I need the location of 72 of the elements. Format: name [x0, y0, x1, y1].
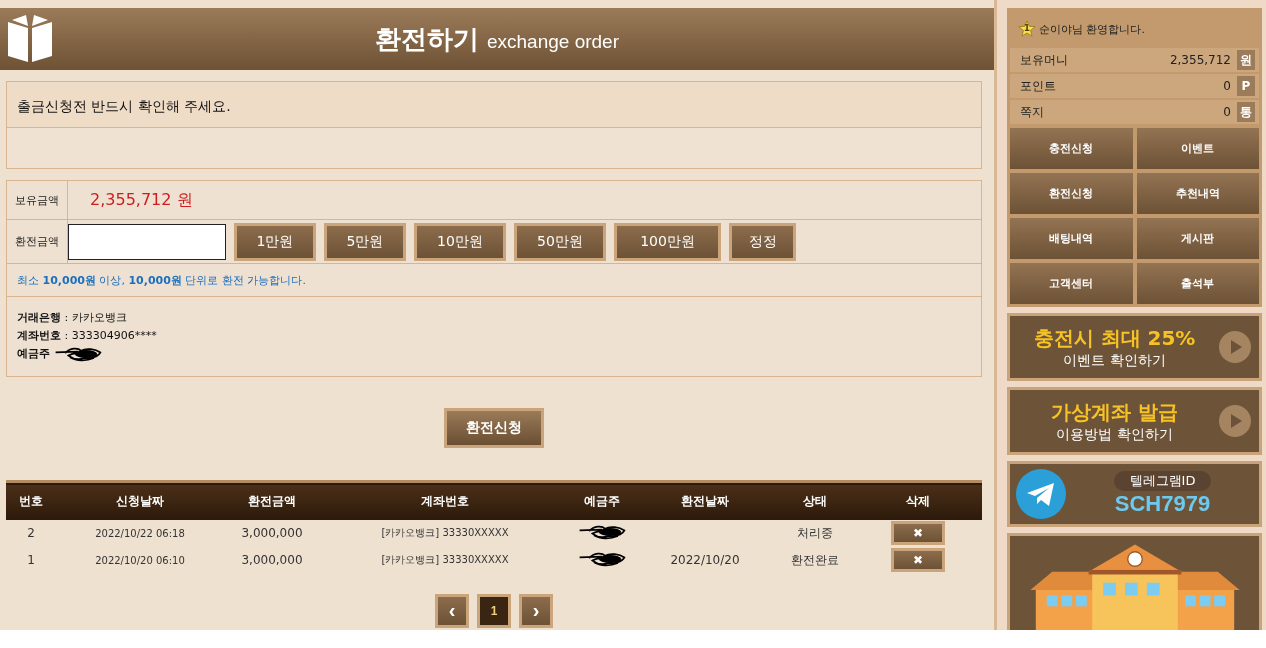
- stat-value: 0: [1223, 105, 1231, 119]
- amount-button[interactable]: 100만원: [614, 222, 721, 261]
- stat-label: 보유머니: [1020, 51, 1069, 69]
- column-header: 신청날짜: [56, 481, 224, 520]
- stat-value: 2,355,712: [1169, 53, 1231, 67]
- table-cell: 1: [27, 553, 35, 567]
- menu-button[interactable]: 게시판: [1136, 218, 1259, 259]
- table-cell: [카카오뱅크] 33330XXXXX: [381, 554, 509, 565]
- promo-banner[interactable]: 가상계좌 발급 이용방법 확인하기: [1007, 387, 1262, 455]
- column-header: 환전금액: [224, 481, 320, 520]
- page-title: 환전하기: [374, 23, 479, 54]
- amount-button[interactable]: 50만원: [514, 222, 606, 261]
- amount-input[interactable]: [68, 223, 226, 260]
- column-header: 계좌번호: [320, 481, 570, 520]
- menu-button[interactable]: 추천내역: [1136, 173, 1259, 214]
- telegram-label: 텔레그램ID: [1113, 471, 1212, 491]
- column-header: 삭제: [854, 481, 982, 520]
- table-cell: [카카오뱅크] 33330XXXXX: [381, 527, 509, 538]
- table-cell: 2022/10/22 06:18: [95, 527, 185, 539]
- unit-badge: P: [1237, 76, 1255, 96]
- page-subtitle: exchange order: [486, 30, 619, 52]
- delete-button[interactable]: ✖: [891, 548, 945, 572]
- field-label: 보유금액: [7, 181, 68, 219]
- previous-page-button[interactable]: ‹: [435, 593, 469, 628]
- status-text: 처리중: [797, 525, 833, 540]
- balance-amount: 2,355,712 원: [89, 188, 193, 211]
- unit-badge: 통: [1237, 102, 1255, 122]
- menu-button[interactable]: 이벤트: [1136, 128, 1259, 169]
- welcome-text: 순이야님 환영합니다.: [1039, 21, 1145, 37]
- table-cell: 3,000,000: [241, 526, 303, 540]
- stat-label: 쪽지: [1020, 103, 1045, 121]
- reset-button[interactable]: 정정: [729, 222, 796, 261]
- submit-button[interactable]: 환전신청: [444, 408, 544, 448]
- play-icon: [1219, 405, 1251, 437]
- table-cell: 2022/10/20: [670, 553, 740, 567]
- banner-title: 가상계좌 발급: [1050, 398, 1179, 426]
- amount-button[interactable]: 10만원: [414, 222, 506, 261]
- menu-button[interactable]: 고객센터: [1010, 263, 1133, 304]
- amount-button[interactable]: 5만원: [324, 222, 406, 261]
- table-cell: 2: [27, 526, 35, 540]
- table-cell: 3,000,000: [241, 553, 303, 567]
- stat-label: 포인트: [1020, 77, 1057, 95]
- banner-subtitle: 이벤트 확인하기: [1062, 351, 1167, 370]
- info-text: 최소 10,000원 이상, 10,000원 단위로 환전 가능합니다.: [7, 264, 981, 297]
- table-cell: 2022/10/20 06:10: [95, 554, 185, 566]
- status-text: 환전완료: [791, 552, 839, 567]
- telegram-id: SCH7979: [1114, 491, 1211, 517]
- stat-value: 0: [1223, 79, 1231, 93]
- banner-subtitle: 이용방법 확인하기: [1055, 425, 1174, 444]
- paper-plane-icon: [1016, 469, 1066, 519]
- unit-badge: 원: [1237, 50, 1255, 70]
- menu-button[interactable]: 출석부: [1136, 263, 1259, 304]
- menu-button[interactable]: 충전신청: [1010, 128, 1133, 169]
- holder-label: 예금주: [17, 346, 50, 362]
- play-icon: [1219, 331, 1251, 363]
- menu-button[interactable]: 배팅내역: [1010, 218, 1133, 259]
- column-header: 번호: [6, 481, 56, 520]
- telegram-banner[interactable]: 텔레그램ID SCH7979: [1007, 461, 1262, 527]
- page-button[interactable]: 1: [477, 593, 511, 628]
- menu-button[interactable]: 환전신청: [1010, 173, 1133, 214]
- bank-info-text: 거래은행 : 카카오뱅크: [17, 310, 128, 326]
- book-icon: [6, 14, 54, 64]
- level-star-badge: 1: [1018, 20, 1036, 38]
- column-header: 환전날짜: [634, 481, 776, 520]
- banner-title: 충전시 최대 25%: [1032, 324, 1197, 352]
- next-page-button[interactable]: ›: [519, 593, 553, 628]
- promo-banner[interactable]: 충전시 최대 25% 이벤트 확인하기: [1007, 313, 1262, 381]
- amount-button[interactable]: 1만원: [234, 222, 316, 261]
- column-header: 상태: [776, 481, 854, 520]
- bank-info-text: 계좌번호 : 333304906****: [17, 328, 158, 344]
- column-header: 예금주: [570, 481, 634, 520]
- delete-button[interactable]: ✖: [891, 521, 945, 545]
